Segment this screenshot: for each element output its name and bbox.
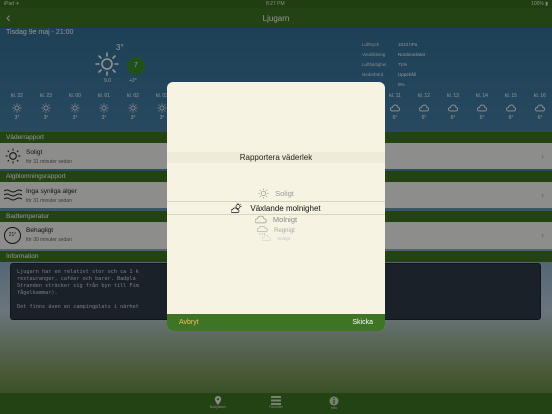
picker-option-label: Molnigt xyxy=(272,214,298,224)
sun-icon xyxy=(258,187,269,199)
partly-cloudy-icon xyxy=(231,202,242,213)
snow-icon xyxy=(262,235,271,241)
picker-option-label: Soligt xyxy=(275,188,294,198)
picker-option-label: Regnigt xyxy=(274,227,295,234)
cancel-button[interactable]: Avbryt xyxy=(179,319,199,326)
cloud-icon xyxy=(254,215,267,223)
dialog-title: Rapportera väderlek xyxy=(167,152,385,163)
dialog-footer: Avbryt Skicka xyxy=(167,314,385,331)
picker-option[interactable]: Soligt xyxy=(167,187,385,199)
picker-option[interactable]: Snöigt xyxy=(167,235,385,241)
picker-option[interactable]: Molnigt xyxy=(167,214,385,224)
picker-option-label: Växlande molnighet xyxy=(250,203,321,213)
report-weather-dialog: Rapportera väderlek Soligt Växlande moln… xyxy=(167,82,385,331)
picker-option-selected[interactable]: Växlande molnighet xyxy=(167,201,385,215)
send-button[interactable]: Skicka xyxy=(352,319,373,326)
picker-option-label: Snöigt xyxy=(277,235,290,241)
picker-option[interactable]: Regnigt xyxy=(167,226,385,235)
rain-icon xyxy=(257,226,268,235)
